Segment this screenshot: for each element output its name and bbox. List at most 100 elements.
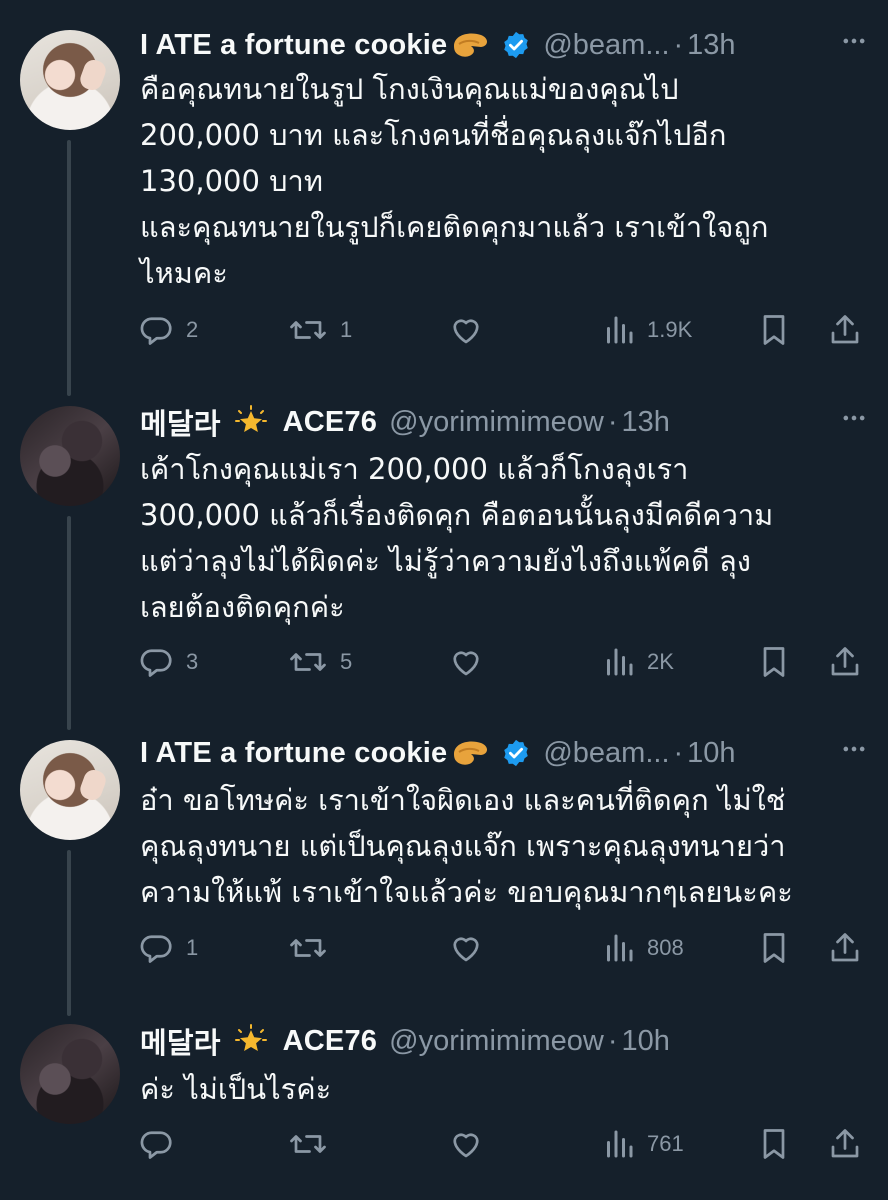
glowing-star-emoji [233, 1024, 269, 1058]
heart-icon [453, 1133, 479, 1158]
timestamp[interactable]: 10h [622, 1025, 670, 1058]
like-button[interactable] [448, 310, 484, 350]
repost-icon [290, 653, 326, 671]
user-handle[interactable]: @yorimimimeow [389, 406, 604, 439]
tweet-actions: 1 808 [138, 928, 868, 968]
share-button[interactable] [828, 1124, 862, 1164]
tweet-text: อ๋า ขอโทษค่ะ เราเข้าใจผิดเอง และคนที่ติด… [140, 777, 860, 915]
views-chart-icon [607, 934, 633, 962]
display-name-suffix[interactable]: ACE76 [283, 406, 378, 439]
tweet-text: เค้าโกงคุณแม่เรา 200,000 แล้วก็โกงลุงเรา… [140, 446, 860, 630]
heart-icon [453, 937, 479, 962]
share-button[interactable] [828, 310, 862, 350]
views-chart-icon [607, 648, 633, 676]
repost-count: 1 [340, 317, 353, 342]
display-name[interactable]: 메달라 [140, 1020, 221, 1062]
avatar[interactable] [20, 1024, 120, 1124]
tweet-actions: 761 [138, 1124, 868, 1164]
timestamp[interactable]: 13h [687, 29, 735, 62]
heart-icon [453, 651, 479, 676]
view-count: 761 [647, 1131, 684, 1156]
bookmark-icon [763, 1129, 785, 1159]
bookmark-button[interactable] [758, 642, 790, 682]
separator-dot: · [673, 28, 684, 61]
tweet-header: 메달라 ACE76 @yorimimimeow · 13h [140, 402, 868, 442]
share-icon [831, 315, 859, 344]
reply-icon [140, 1131, 172, 1159]
repost-icon [290, 1135, 326, 1153]
views-button[interactable]: 1.9K [603, 310, 692, 350]
display-name[interactable]: 메달라 [140, 401, 221, 443]
reply-count: 2 [186, 317, 199, 342]
share-icon [831, 647, 859, 676]
repost-button[interactable] [288, 928, 340, 968]
reply-button[interactable]: 1 [138, 928, 198, 968]
tweet-text-line: เลยต้องติดคุกค่ะ [140, 590, 345, 624]
tweet-text-line: คือคุณทนายในรูป โกงเงินคุณแม่ของคุณไป [140, 72, 679, 106]
bookmark-button[interactable] [758, 1124, 790, 1164]
heart-icon [453, 319, 479, 344]
fortune-cookie-emoji [451, 30, 491, 60]
bookmark-icon [763, 933, 785, 963]
repost-button[interactable] [288, 1124, 340, 1164]
tweet-text: ค่ะ ไม่เป็นไรค่ะ [140, 1066, 860, 1112]
fortune-cookie-emoji [451, 738, 491, 768]
user-handle[interactable]: @beam... [543, 737, 669, 770]
tweet-text-line: ความให้แพ้ เราเข้าใจแล้วค่ะ ขอบคุณมากๆเล… [140, 875, 793, 909]
tweet-header: I ATE a fortune cookie @beam... · 10h [140, 733, 868, 773]
views-button[interactable]: 761 [603, 1124, 684, 1164]
timestamp[interactable]: 10h [687, 737, 735, 770]
bookmark-button[interactable] [758, 928, 790, 968]
tweet-text-line: และคุณทนายในรูปก็เคยติดคุกมาแล้ว เราเข้า… [140, 210, 769, 244]
avatar[interactable] [20, 740, 120, 840]
views-button[interactable]: 2K [603, 642, 674, 682]
repost-button[interactable]: 1 [288, 310, 352, 350]
glowing-star-emoji [233, 405, 269, 439]
thread-connector [67, 516, 71, 730]
views-chart-icon [607, 316, 633, 344]
share-button[interactable] [828, 642, 862, 682]
repost-icon [290, 939, 326, 957]
like-button[interactable] [448, 1124, 484, 1164]
like-button[interactable] [448, 642, 484, 682]
tweet-header: I ATE a fortune cookie @beam... · 13h [140, 25, 868, 65]
tweet-header: 메달라 ACE76 @yorimimimeow · 10h [140, 1021, 868, 1061]
tweet-text-line: ไหมคะ [140, 256, 228, 290]
more-options-icon[interactable] [840, 735, 868, 763]
display-name[interactable]: I ATE a fortune cookie [140, 29, 447, 62]
tweet-text-line: 200,000 บาท และโกงคนที่ชื่อคุณลุงแจ๊กไปอ… [140, 118, 727, 152]
more-options-icon[interactable] [840, 27, 868, 55]
tweet-text-line: 300,000 แล้วก็เรื่องติดคุก คือตอนนั้นลุง… [140, 498, 774, 532]
separator-dot: · [607, 405, 618, 438]
reply-count: 3 [186, 649, 199, 674]
share-button[interactable] [828, 928, 862, 968]
user-handle[interactable]: @beam... [543, 29, 669, 62]
like-button[interactable] [448, 928, 484, 968]
tweet-text-line: 130,000 บาท [140, 164, 323, 198]
bookmark-icon [763, 315, 785, 345]
repost-icon [290, 321, 326, 339]
avatar[interactable] [20, 30, 120, 130]
reply-button[interactable] [138, 1124, 186, 1164]
tweet-text: คือคุณทนายในรูป โกงเงินคุณแม่ของคุณไป 20… [140, 66, 860, 296]
more-options-icon[interactable] [840, 404, 868, 432]
bookmark-button[interactable] [758, 310, 790, 350]
repost-button[interactable]: 5 [288, 642, 352, 682]
avatar[interactable] [20, 406, 120, 506]
views-button[interactable]: 808 [603, 928, 684, 968]
tweet-text-line: แต่ว่าลุงไม่ได้ผิดค่ะ ไม่รู้ว่าความยังไง… [140, 544, 751, 578]
timestamp[interactable]: 13h [622, 406, 670, 439]
bookmark-icon [763, 647, 785, 677]
reply-icon [140, 935, 172, 963]
reply-icon [140, 649, 172, 677]
repost-count: 5 [340, 649, 353, 674]
separator-dot: · [607, 1024, 618, 1057]
reply-button[interactable]: 3 [138, 642, 198, 682]
tweet-actions: 2 1 1.9K [138, 310, 868, 350]
separator-dot: · [673, 736, 684, 769]
display-name[interactable]: I ATE a fortune cookie [140, 737, 447, 770]
reply-button[interactable]: 2 [138, 310, 198, 350]
user-handle[interactable]: @yorimimimeow [389, 1025, 604, 1058]
display-name-suffix[interactable]: ACE76 [283, 1025, 378, 1058]
tweet-text-line: คุณลุงทนาย แต่เป็นคุณลุงแจ๊ก เพราะคุณลุง… [140, 829, 786, 863]
